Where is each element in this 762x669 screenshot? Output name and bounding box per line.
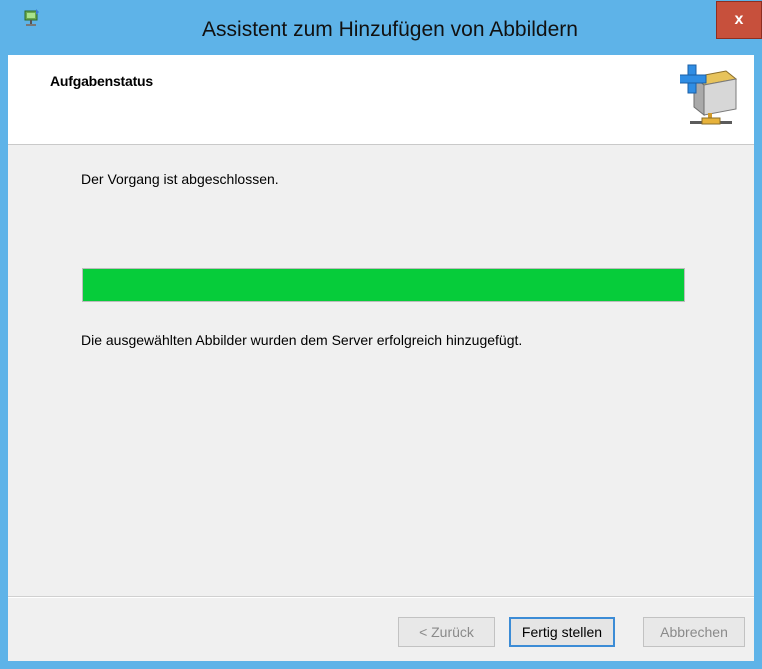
progress-fill [83, 269, 684, 301]
cancel-button[interactable]: Abbrechen [643, 617, 745, 647]
wizard-header: Aufgabenstatus [8, 55, 754, 145]
close-icon: x [734, 11, 744, 28]
wizard-client-area: Aufgabenstatus Der Vorgang ist abgeschlo… [8, 55, 754, 661]
page-title: Aufgabenstatus [50, 73, 153, 89]
wizard-window: Assistent zum Hinzufügen von Abbildern x… [0, 0, 762, 669]
title-bar[interactable]: Assistent zum Hinzufügen von Abbildern x [0, 0, 762, 54]
add-image-server-icon [680, 64, 738, 125]
back-button[interactable]: < Zurück [398, 617, 495, 647]
result-text: Die ausgewählten Abbilder wurden dem Ser… [81, 332, 523, 348]
status-text: Der Vorgang ist abgeschlossen. [81, 171, 279, 187]
wizard-app-icon [24, 9, 39, 26]
window-title: Assistent zum Hinzufügen von Abbildern [202, 18, 578, 41]
progress-bar [82, 268, 685, 302]
close-button[interactable]: x [716, 1, 762, 39]
footer-separator [8, 596, 754, 598]
finish-button[interactable]: Fertig stellen [509, 617, 615, 647]
window-bottom-border [0, 661, 762, 669]
